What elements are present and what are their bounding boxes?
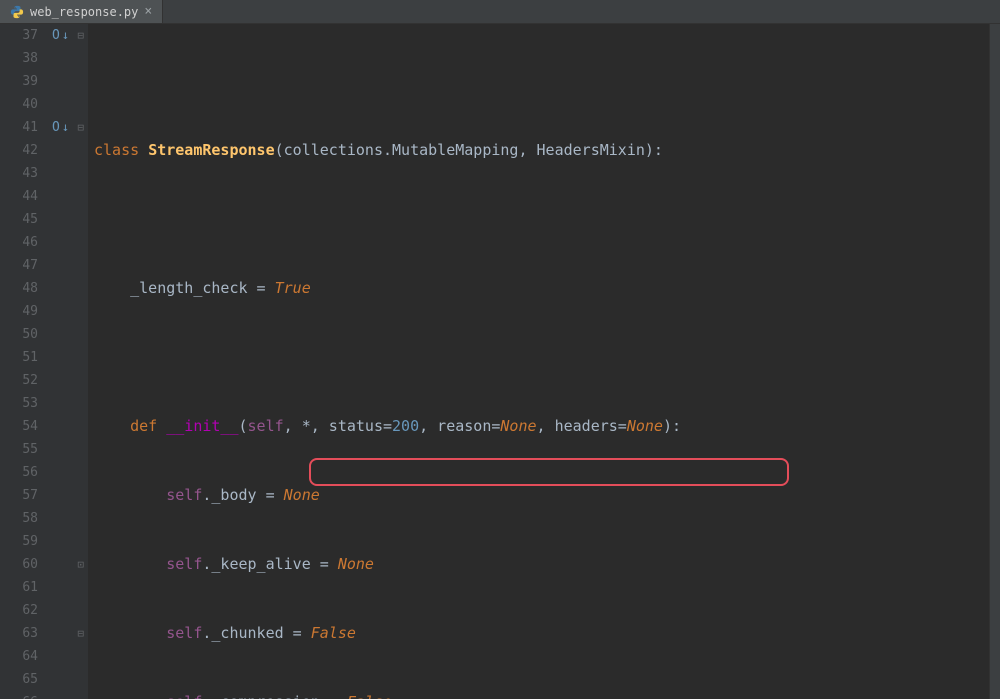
- line-number: 46: [0, 231, 38, 254]
- line-number: 62: [0, 599, 38, 622]
- fold-icon[interactable]: ⊟: [77, 116, 84, 139]
- fold-icon[interactable]: ⊟: [77, 24, 84, 47]
- line-number: 60: [0, 553, 38, 576]
- line-number: 59: [0, 530, 38, 553]
- line-number: 41: [0, 116, 38, 139]
- line-number: 58: [0, 507, 38, 530]
- line-number: 63: [0, 622, 38, 645]
- line-number: 38: [0, 47, 38, 70]
- line-number: 44: [0, 185, 38, 208]
- line-number: 53: [0, 392, 38, 415]
- line-number: 54: [0, 415, 38, 438]
- line-number: 64: [0, 645, 38, 668]
- line-number: 50: [0, 323, 38, 346]
- line-number: 39: [0, 70, 38, 93]
- line-number: 51: [0, 346, 38, 369]
- python-file-icon: [10, 5, 24, 19]
- line-number: 56: [0, 461, 38, 484]
- code-line: class StreamResponse(collections.Mutable…: [94, 139, 989, 162]
- line-number: 48: [0, 277, 38, 300]
- line-number: 52: [0, 369, 38, 392]
- line-number: 65: [0, 668, 38, 691]
- line-number: 40: [0, 93, 38, 116]
- fold-icon[interactable]: ⊟: [77, 622, 84, 645]
- gutter-marks: O↓ ⊟ O↓ ⊟ ⊡ ⊟: [46, 24, 88, 699]
- line-number: 66: [0, 691, 38, 699]
- close-icon[interactable]: ×: [144, 4, 152, 19]
- fold-end-icon[interactable]: ⊡: [77, 553, 84, 576]
- line-number-gutter: 3738394041424344454647484950515253545556…: [0, 24, 46, 699]
- line-number: 55: [0, 438, 38, 461]
- line-number: 47: [0, 254, 38, 277]
- line-number: 42: [0, 139, 38, 162]
- code-editor[interactable]: 3738394041424344454647484950515253545556…: [0, 24, 1000, 699]
- line-number: 57: [0, 484, 38, 507]
- line-number: 37: [0, 24, 38, 47]
- vertical-scrollbar[interactable]: [989, 24, 1000, 699]
- line-number: 49: [0, 300, 38, 323]
- editor-tab-bar: web_response.py ×: [0, 0, 1000, 24]
- override-marker-icon[interactable]: O↓: [52, 24, 69, 47]
- override-marker-icon[interactable]: O↓: [52, 116, 69, 139]
- highlight-box: [309, 458, 789, 486]
- line-number: 43: [0, 162, 38, 185]
- code-area[interactable]: class StreamResponse(collections.Mutable…: [88, 24, 989, 699]
- line-number: 61: [0, 576, 38, 599]
- line-number: 45: [0, 208, 38, 231]
- file-tab[interactable]: web_response.py ×: [0, 0, 163, 23]
- tab-filename: web_response.py: [30, 5, 138, 19]
